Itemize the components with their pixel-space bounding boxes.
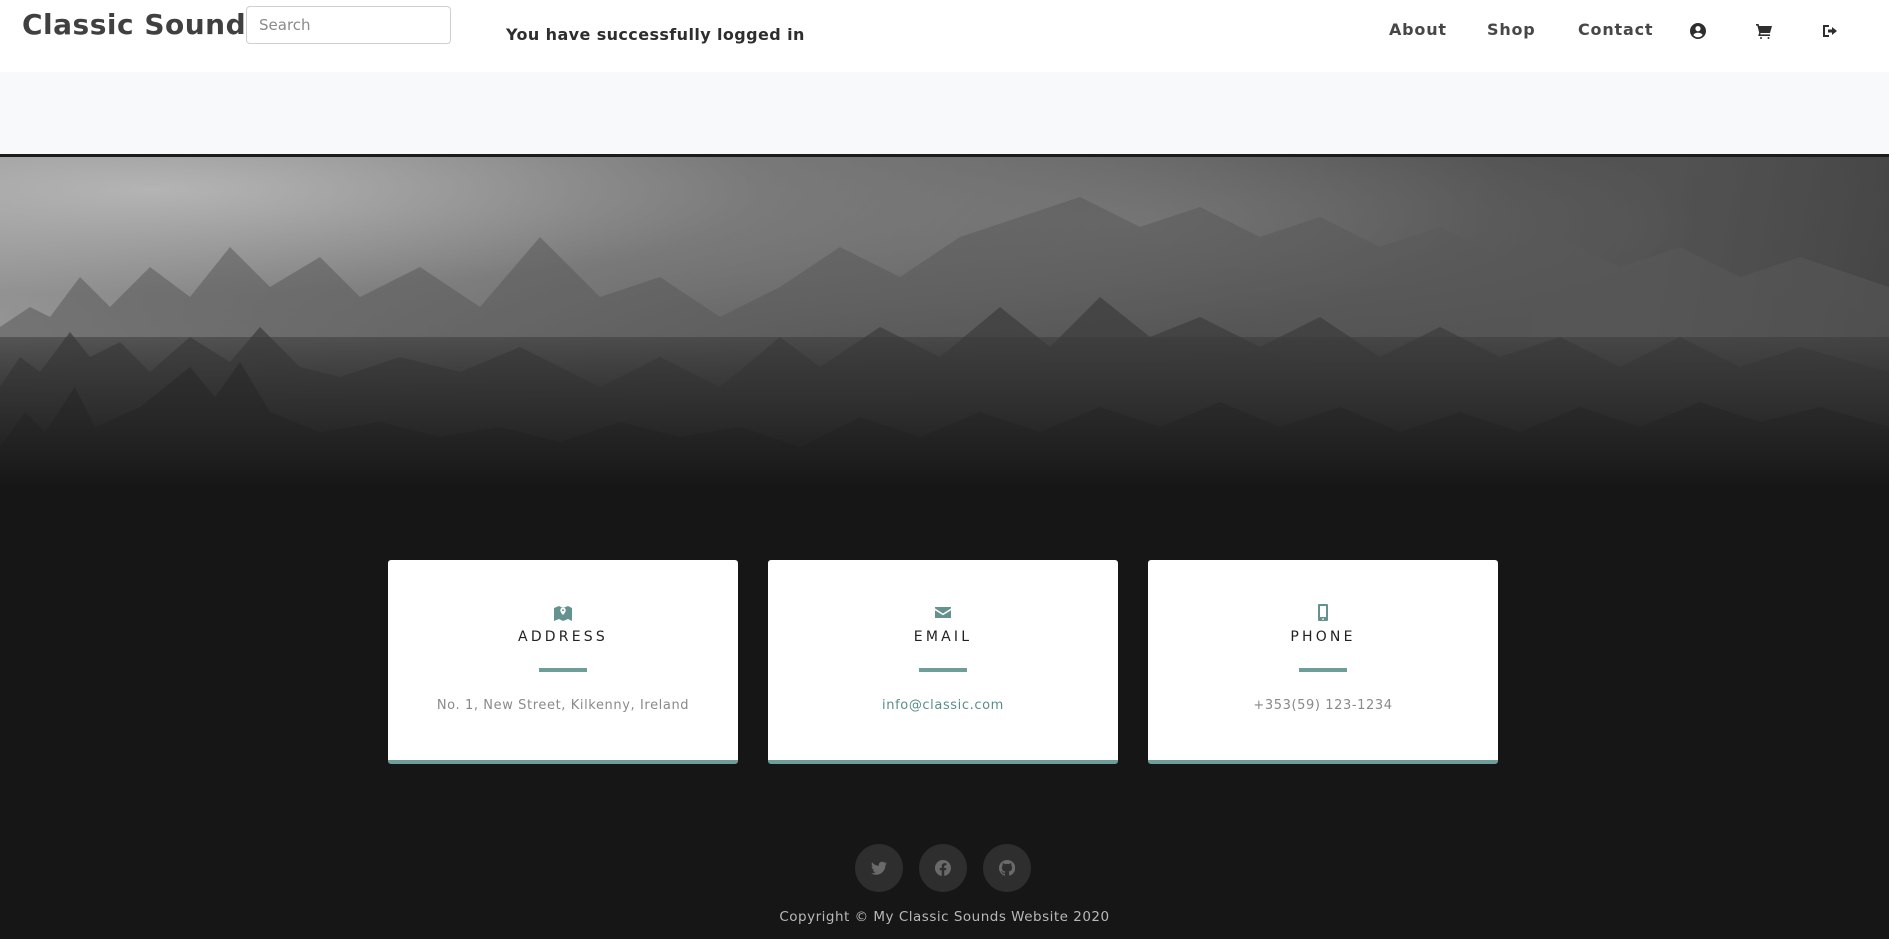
card-divider [539,668,587,672]
shopping-cart-icon[interactable] [1755,22,1773,40]
search-input[interactable] [246,6,451,44]
user-circle-icon[interactable] [1689,22,1707,40]
contact-card-phone: PHONE +353(59) 123-1234 [1148,560,1498,764]
forest-silhouette [0,197,1889,487]
login-success-message: You have successfully logged in [506,25,805,44]
card-title: PHONE [1290,629,1356,645]
github-icon[interactable] [983,844,1031,892]
card-title: EMAIL [913,629,973,645]
nav-link-contact[interactable]: Contact [1578,20,1653,39]
contact-card-email: EMAIL info@classic.com [768,560,1118,764]
sign-out-icon[interactable] [1821,22,1839,40]
facebook-icon[interactable] [919,844,967,892]
hero-forest-image [0,157,1889,487]
envelope-icon [768,604,1118,621]
address-value: No. 1, New Street, Kilkenny, Ireland [436,698,690,713]
phone-value: +353(59) 123-1234 [1253,698,1393,713]
navbar-spacer-band [0,72,1889,157]
copyright-text: Copyright © My Classic Sounds Website 20… [779,909,1110,925]
card-divider [1299,668,1347,672]
nav-link-about[interactable]: About [1389,20,1447,39]
map-marker-icon [388,604,738,621]
brand-logo[interactable]: Classic Sounds [22,8,263,41]
twitter-icon[interactable] [855,844,903,892]
card-title: ADDRESS [518,629,608,645]
nav-link-shop[interactable]: Shop [1487,20,1536,39]
mobile-icon [1148,604,1498,621]
email-link[interactable]: info@classic.com [768,698,1118,713]
navbar: Classic Sounds You have successfully log… [0,0,1889,72]
contact-card-address: ADDRESS No. 1, New Street, Kilkenny, Ire… [388,560,738,764]
card-divider [919,668,967,672]
